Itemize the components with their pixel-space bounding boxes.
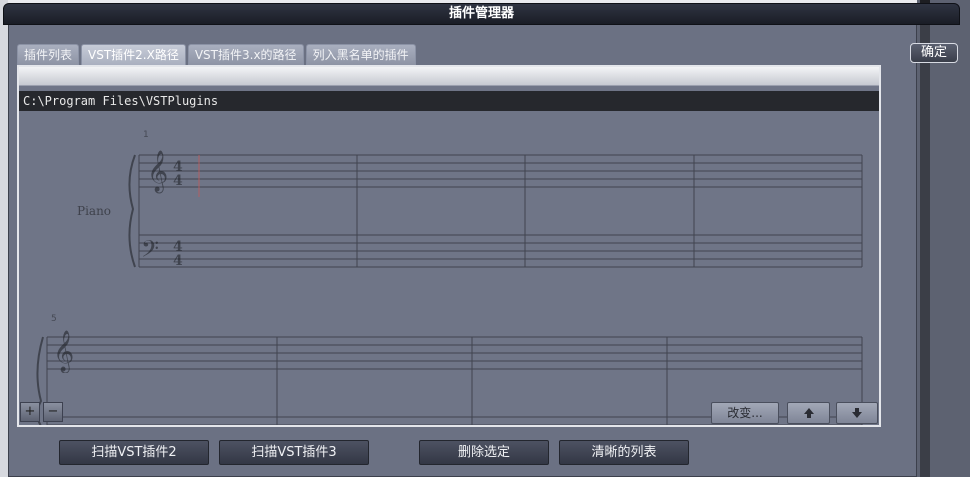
measure-number: 5 [51, 314, 57, 324]
treble-clef-icon: 𝄞 [147, 150, 168, 193]
host-window-left-edge [0, 0, 8, 477]
add-path-button[interactable]: + [20, 402, 40, 422]
arrow-down-icon [852, 408, 862, 418]
move-down-button[interactable] [836, 402, 878, 424]
tab-plugin-list[interactable]: 插件列表 [17, 44, 80, 66]
tab-blacklisted-plugins[interactable]: 列入黑名单的插件 [305, 44, 416, 66]
svg-text:𝄞: 𝄞 [53, 330, 74, 373]
tab-vst2-path[interactable]: VST插件2.X路径 [81, 44, 186, 66]
host-window-right-panel [917, 0, 970, 477]
measure-number: 1 [143, 130, 149, 140]
scan-vst3-button[interactable]: 扫描VST插件3 [219, 440, 369, 465]
delete-selected-button[interactable]: 删除选定 [419, 440, 549, 465]
horizontal-scrollbar[interactable] [19, 67, 879, 86]
path-list-panel: C:\Program Files\VSTPlugins 𝄞 4 4 𝄢 4 4 … [17, 65, 881, 427]
ok-button[interactable]: 确定 [910, 43, 958, 63]
svg-text:4: 4 [173, 173, 183, 189]
change-path-button[interactable]: 改变... [711, 402, 779, 424]
host-scrollbar[interactable] [920, 0, 930, 477]
arrow-up-icon [803, 408, 814, 418]
tab-vst3-path[interactable]: VST插件3.x的路径 [187, 44, 304, 66]
scan-vst2-button[interactable]: 扫描VST插件2 [59, 440, 209, 465]
clear-list-button[interactable]: 清晰的列表 [559, 440, 689, 465]
move-up-button[interactable] [787, 402, 830, 424]
remove-path-button[interactable]: − [43, 402, 63, 422]
bass-clef-icon: 𝄢 [141, 235, 159, 268]
tab-bar: 插件列表 VST插件2.X路径 VST插件3.x的路径 列入黑名单的插件 [17, 44, 416, 66]
path-list-item[interactable]: C:\Program Files\VSTPlugins [19, 91, 879, 111]
instrument-label: Piano [77, 204, 111, 218]
svg-text:4: 4 [173, 253, 183, 269]
dialog-title: 插件管理器 [3, 3, 960, 25]
score-background: 𝄞 4 4 𝄢 4 4 𝄞 Piano 1 5 [36, 130, 863, 425]
